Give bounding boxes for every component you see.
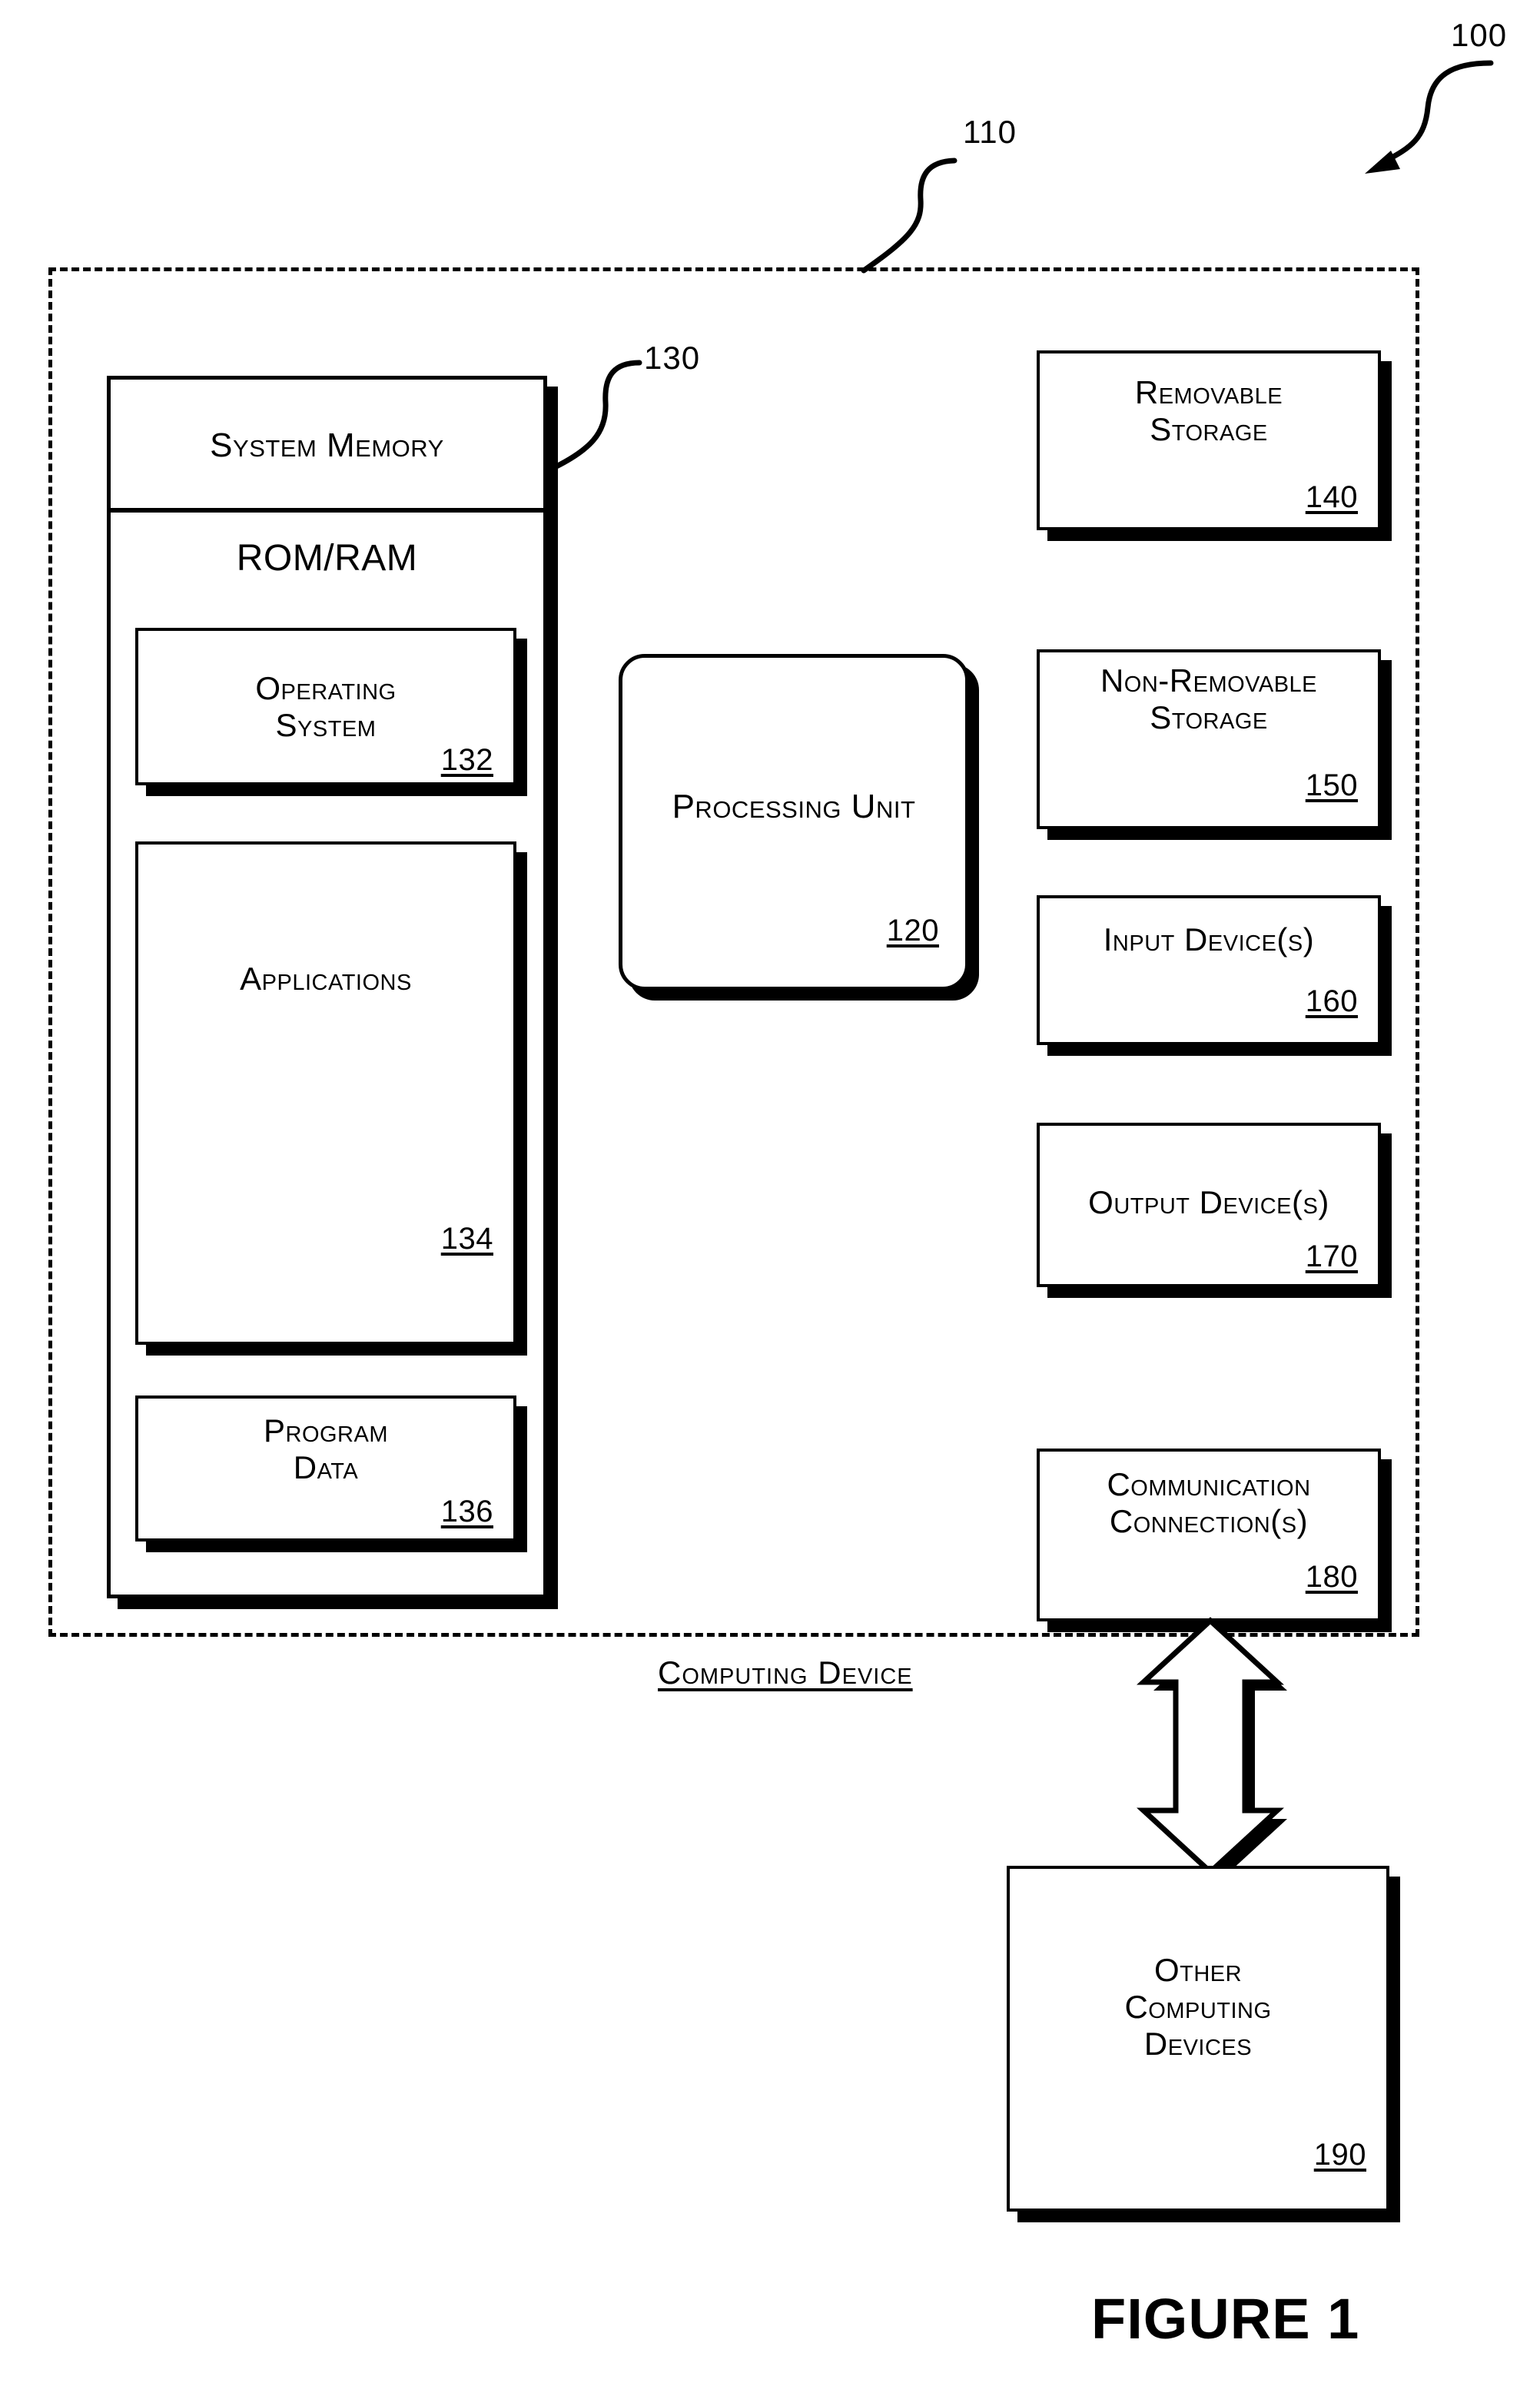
removable-storage-reference-numeral: 140 <box>1305 480 1358 514</box>
system-memory-type: ROM/RAM <box>236 538 418 579</box>
applications-reference-numeral: 134 <box>440 1222 493 1256</box>
input-devices-reference-numeral: 160 <box>1305 984 1358 1018</box>
processing-unit-reference-numeral: 120 <box>886 914 939 947</box>
operating-system-reference-numeral: 132 <box>440 743 493 777</box>
system-memory-reference-numeral: 130 <box>644 340 701 376</box>
non-removable-storage-label: Non-Removable Storage <box>1100 662 1318 735</box>
output-devices-label: Output Device(s) <box>1088 1184 1329 1220</box>
non-removable-storage-reference-numeral: 150 <box>1305 768 1358 802</box>
program-data-reference-numeral: 136 <box>440 1495 493 1528</box>
overall-reference-numeral: 100 <box>1451 17 1508 53</box>
removable-storage-label: Removable Storage <box>1134 374 1283 447</box>
device-region-reference-numeral: 110 <box>963 114 1017 150</box>
figure-caption: FIGURE 1 <box>1091 2287 1360 2351</box>
operating-system-label: Operating System <box>255 670 397 743</box>
system-memory-title: System Memory <box>210 426 444 464</box>
applications-box <box>135 841 516 1345</box>
processing-unit-label: Processing Unit <box>672 788 916 825</box>
input-devices-label: Input Device(s) <box>1103 921 1315 957</box>
bidirectional-connection-arrow <box>1137 1617 1287 1880</box>
communication-connections-label: Communication Connection(s) <box>1107 1466 1311 1539</box>
computing-device-caption: Computing Device <box>658 1654 913 1691</box>
other-computing-devices-reference-numeral: 190 <box>1313 2138 1366 2172</box>
input-devices-box <box>1037 895 1381 1045</box>
program-data-label: Program Data <box>263 1412 388 1485</box>
patent-figure-page: 100 110 System Memory ROM/RAM 130 Operat… <box>0 0 1540 2406</box>
communication-connections-reference-numeral: 180 <box>1305 1560 1358 1594</box>
other-computing-devices-label: Other Computing Devices <box>1124 1952 1272 2062</box>
system-memory-divider <box>108 508 546 513</box>
applications-label: Applications <box>240 961 412 997</box>
output-devices-reference-numeral: 170 <box>1305 1240 1358 1273</box>
